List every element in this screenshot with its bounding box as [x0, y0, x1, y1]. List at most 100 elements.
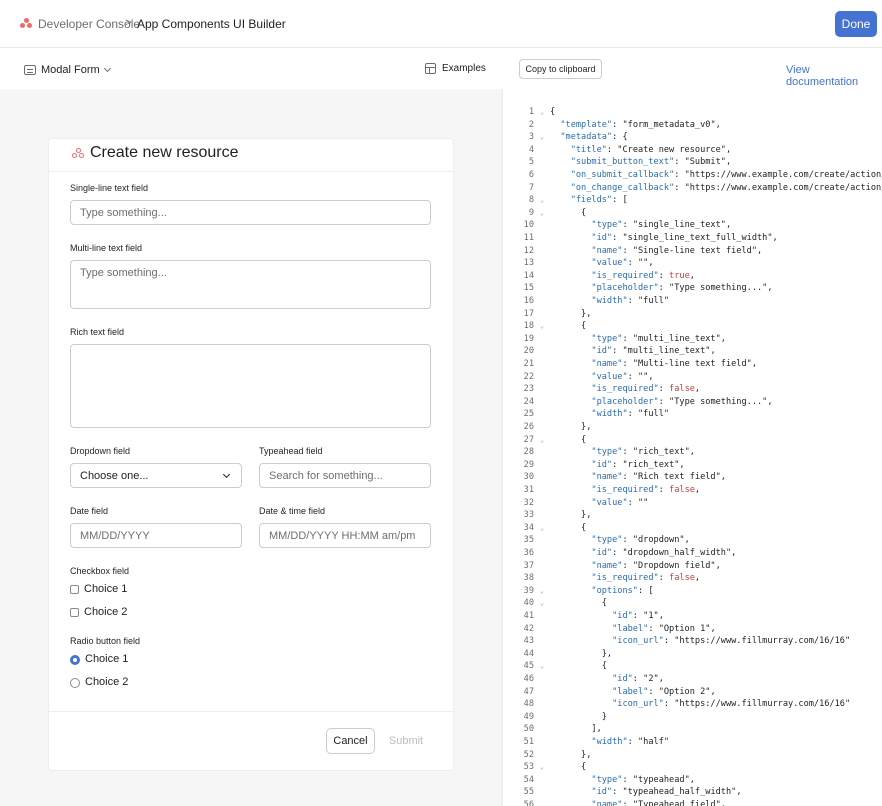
examples-button[interactable]: Examples	[425, 63, 486, 74]
checkbox-choice-2[interactable]	[70, 608, 79, 617]
line-number: 10	[523, 220, 534, 231]
line-number: 12	[523, 245, 534, 256]
fold-chevron-icon[interactable]: ⌄	[534, 131, 550, 144]
code-text: "label": "Option 1",	[612, 623, 716, 634]
code-text: "width": "half"	[591, 737, 670, 747]
date-placeholder: MM/DD/YYYY	[80, 529, 150, 542]
datetime-placeholder: MM/DD/YYYY HH:MM am/pm	[269, 529, 416, 542]
checkbox-choice-1[interactable]	[70, 585, 79, 594]
fold-chevron-icon[interactable]: ⌄	[534, 761, 550, 774]
line-number: 40	[523, 598, 534, 609]
date-input[interactable]: MM/DD/YYYY	[70, 523, 242, 548]
line-number: 17	[523, 308, 534, 319]
typeahead-input[interactable]: Search for something...	[259, 463, 431, 488]
code-line: 13 "value": "",	[503, 257, 654, 270]
code-text: "name": "Dropdown field",	[591, 560, 721, 571]
form-type-dropdown[interactable]: Modal Form	[24, 63, 111, 77]
code-line: 30 "name": "Rich text field",	[503, 471, 726, 484]
code-line: 44 },	[503, 648, 612, 661]
code-line: 38 "is_required": false,	[503, 572, 700, 585]
code-text: "submit_button_text": "Submit",	[570, 157, 732, 168]
line-number: 37	[523, 560, 534, 571]
fold-chevron-icon[interactable]: ⌄	[534, 194, 550, 207]
datetime-input[interactable]: MM/DD/YYYY HH:MM am/pm	[259, 523, 431, 548]
line-number: 43	[523, 636, 534, 647]
code-text: {	[550, 107, 556, 117]
code-text: {	[550, 207, 587, 218]
single-line-text-input[interactable]: Type something...	[70, 200, 431, 225]
rich-text-editor[interactable]	[70, 344, 431, 428]
fold-chevron-icon[interactable]: ⌄	[534, 320, 550, 333]
line-number: 44	[523, 648, 534, 659]
line-number: 19	[523, 333, 534, 344]
developer-console-logo-icon[interactable]	[20, 18, 32, 29]
fold-chevron-icon[interactable]: ⌄	[534, 597, 550, 610]
radio-choice-2[interactable]	[70, 678, 80, 688]
line-number: 26	[523, 422, 534, 432]
code-text: "id": "1",	[612, 611, 664, 621]
multi-line-text-area[interactable]: Type something...	[70, 260, 431, 309]
line-number: 21	[523, 359, 534, 369]
modal-header-logo-icon	[72, 148, 84, 159]
code-text: "placeholder": "Type something...",	[591, 283, 773, 294]
code-line: 36 "id": "dropdown_half_width",	[503, 547, 737, 560]
checkbox-choice-1-label[interactable]: Choice 1	[84, 583, 127, 595]
code-text: "is_required": false,	[591, 384, 701, 395]
code-line: 33 },	[503, 509, 592, 522]
fold-chevron-icon[interactable]: ⌄	[534, 434, 550, 447]
code-line: 2 "template": "form_metadata_v0",	[503, 119, 721, 132]
code-text: {	[550, 661, 607, 672]
dropdown-select[interactable]: Choose one...	[70, 463, 242, 488]
submit-button[interactable]: Submit	[380, 728, 432, 754]
line-number: 51	[523, 737, 534, 747]
fold-chevron-icon[interactable]: ⌄	[534, 660, 550, 673]
view-documentation-link[interactable]: View documentation	[786, 64, 882, 88]
code-text: },	[550, 749, 592, 760]
code-line: 52 },	[503, 749, 592, 762]
code-line: 26 },	[503, 421, 592, 434]
line-number: 5	[528, 157, 534, 168]
code-line: 3 ⌄ "metadata": {	[503, 131, 628, 144]
code-text: "is_required": true,	[591, 270, 695, 281]
breadcrumb-chevron-icon: >	[125, 17, 132, 29]
fold-chevron-icon[interactable]: ⌄	[534, 207, 550, 220]
code-line: 6 "on_submit_callback": "https://www.exa…	[503, 169, 882, 182]
code-line: 24 "placeholder": "Type something...",	[503, 396, 773, 409]
cancel-button[interactable]: Cancel	[326, 728, 375, 754]
line-number: 22	[523, 371, 534, 382]
line-number: 53	[523, 762, 534, 773]
code-line: 56 "name": "Typeahead field",	[503, 799, 726, 806]
code-line: 42 "label": "Option 1",	[503, 623, 716, 636]
code-text: "name": "Rich text field",	[591, 472, 726, 483]
done-button[interactable]: Done	[835, 11, 877, 37]
code-text: {	[550, 598, 607, 609]
json-code-editor[interactable]: 1 ⌄{2 "template": "form_metadata_v0", 3 ⌄ "…	[503, 105, 882, 806]
examples-label: Examples	[442, 63, 486, 74]
code-text: },	[550, 422, 592, 432]
line-number: 54	[523, 774, 534, 785]
fold-chevron-icon[interactable]: ⌄	[534, 522, 550, 535]
radio-choice-1[interactable]	[70, 655, 80, 665]
fold-chevron-icon[interactable]: ⌄	[534, 106, 550, 119]
code-text: "type": "rich_text",	[591, 447, 695, 458]
checkbox-choice-2-label[interactable]: Choice 2	[84, 606, 127, 618]
line-number: 30	[523, 472, 534, 483]
copy-to-clipboard-button[interactable]: Copy to clipboard	[519, 59, 602, 79]
code-line: 18 ⌄ {	[503, 320, 587, 333]
code-text: }	[550, 711, 607, 722]
modal-footer-divider	[49, 711, 453, 712]
line-number: 38	[523, 573, 534, 584]
radio-choice-2-label[interactable]: Choice 2	[85, 676, 128, 688]
fold-chevron-icon[interactable]: ⌄	[534, 585, 550, 598]
code-line: 46 "id": "2",	[503, 673, 664, 686]
radio-choice-1-label[interactable]: Choice 1	[85, 653, 128, 665]
checkbox-field-label: Checkbox field	[70, 566, 130, 576]
code-text: "name": "Multi-line text field",	[591, 359, 758, 369]
modal-header-divider	[49, 171, 453, 172]
code-text: },	[550, 308, 592, 319]
code-line: 55 "id": "typeahead_half_width",	[503, 786, 742, 799]
code-line: 22 "value": "",	[503, 371, 654, 384]
examples-layout-icon	[425, 63, 436, 74]
code-text: "metadata": {	[560, 132, 628, 143]
line-number: 45	[523, 661, 534, 672]
